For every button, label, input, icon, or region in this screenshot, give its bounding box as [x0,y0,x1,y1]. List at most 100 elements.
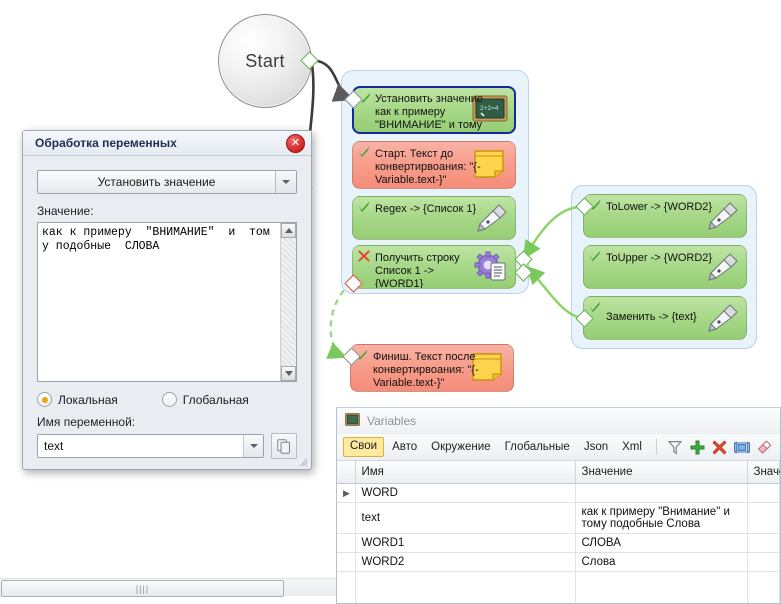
cell-name[interactable]: WORD1 [355,533,576,553]
close-icon[interactable]: ✕ [286,133,305,153]
copy-icon[interactable] [271,433,297,459]
row-handle[interactable] [337,552,356,572]
cell-value2[interactable] [747,552,780,572]
col-value2[interactable]: Значе [747,461,780,484]
value-textarea-scrollbar[interactable] [280,223,296,381]
status-ok-icon [357,145,371,159]
node-get-string-label: Получить строку Список 1 -> {WORD1} [375,252,460,289]
row-handle[interactable]: ▶ [337,483,356,503]
varname-label: Имя переменной: [37,415,136,429]
tab-json[interactable]: Json [578,438,614,456]
table-row-empty [337,571,780,603]
status-error-icon [357,249,371,263]
node-set-value-label: Установить значение как к примеру "ВНИМА… [375,93,483,131]
status-ok-icon [588,300,602,314]
eraser-icon[interactable] [754,437,774,457]
value-textarea[interactable]: как к примеру "ВНИМАНИЕ" и тому подобные… [37,222,297,382]
rename-icon[interactable] [732,437,752,457]
varname-combo[interactable]: text [37,434,264,458]
dialog-body: Установить значение Значение: как к прим… [23,156,311,469]
node-tolower[interactable]: ToLower -> {WORD2} [583,194,747,238]
col-value[interactable]: Значение [575,461,748,484]
cell-name[interactable]: WORD [355,483,576,503]
canvas-horizontal-scrollbar[interactable]: |||| [0,578,336,597]
table-row[interactable]: WORD2 Слова [337,552,780,572]
node-finish-text[interactable]: Финиш. Текст после конвертирвоания: "{-V… [350,344,514,392]
variables-toolbar: Свои Авто Окружение Глобальные Json Xml [337,434,780,461]
chevron-down-icon[interactable] [275,171,296,193]
cell-empty [355,571,576,603]
radio-local-label: Локальная [58,392,118,407]
cell-empty [747,571,780,603]
filter-icon[interactable] [665,437,685,457]
cell-value[interactable]: как к примеру "Внимание" и тому подобные… [575,502,748,534]
scrollbar-thumb[interactable]: |||| [1,580,284,597]
node-toupper-label: ToUpper -> {WORD2} [606,252,713,264]
table-row[interactable]: ▶ WORD [337,483,780,503]
radio-global-indicator [161,392,177,407]
scroll-up-icon[interactable] [281,223,296,238]
action-combo-value: Установить значение [97,175,216,189]
resize-grip[interactable] [296,455,308,467]
tab-globalnye[interactable]: Глобальные [499,438,576,456]
value-textarea-text: как к примеру "ВНИМАНИЕ" и тому подобные… [42,226,270,253]
cell-value2[interactable] [747,533,780,553]
variables-panel[interactable]: Variables Свои Авто Окружение Глобальные… [336,407,781,604]
node-finish-text-label: Финиш. Текст после конвертирвоания: "{-V… [373,351,479,389]
col-rowhandle [337,461,356,484]
table-row[interactable]: WORD1 СЛОВА [337,533,780,553]
cell-value[interactable]: Слова [575,552,748,572]
add-icon[interactable] [687,437,707,457]
delete-icon[interactable] [709,437,729,457]
start-node-label: Start [245,50,285,71]
blackboard-icon [345,413,360,429]
radio-local[interactable]: Локальная [37,392,118,407]
cell-value2[interactable] [747,483,780,503]
radio-global[interactable]: Глобальная [161,392,249,407]
node-regex[interactable]: Regex -> {Список 1} [352,196,516,240]
row-handle [337,571,356,603]
row-handle[interactable] [337,502,356,534]
radio-global-label: Глобальная [182,392,249,407]
dialog-title: Обработка переменных [35,136,177,150]
cell-value[interactable] [575,483,748,503]
scope-radio-group: Локальная Глобальная [37,392,297,407]
variables-table[interactable]: Имя Значение Значе ▶ WORD text как к при… [337,461,780,603]
node-replace[interactable]: Заменить -> {text} [583,296,747,340]
scroll-down-icon[interactable] [281,366,296,381]
chevron-down-icon[interactable] [243,435,263,457]
node-start-text[interactable]: Старт. Текст до конвертирвоания: "{-Vari… [352,141,516,189]
varname-value: text [44,439,64,453]
value-label: Значение: [37,204,94,218]
table-row[interactable]: text как к примеру "Внимание" и тому под… [337,502,780,534]
variable-processing-dialog[interactable]: Обработка переменных ✕ Установить значен… [22,130,312,470]
variables-panel-title: Variables [367,414,417,428]
variables-panel-title-bar: Variables [337,408,780,434]
variables-table-header-row: Имя Значение Значе [337,461,780,484]
tab-okruzhenie[interactable]: Окружение [425,438,496,456]
action-combo[interactable]: Установить значение [37,170,297,194]
node-replace-label: Заменить -> {text} [606,311,697,323]
cell-value[interactable]: СЛОВА [575,533,748,553]
node-get-string[interactable]: Получить строку Список 1 -> {WORD1} [352,245,516,289]
node-start-text-label: Старт. Текст до конвертирвоания: "{-Vari… [375,148,481,186]
tab-avto[interactable]: Авто [386,438,423,456]
node-toupper[interactable]: ToUpper -> {WORD2} [583,245,747,289]
status-ok-icon [588,249,602,263]
cell-name[interactable]: text [355,502,576,534]
tab-xml[interactable]: Xml [616,438,648,456]
start-node[interactable]: Start [218,14,312,108]
toolbar-divider [655,439,657,455]
col-name[interactable]: Имя [355,461,576,484]
status-ok-icon [357,200,371,214]
cell-name[interactable]: WORD2 [355,552,576,572]
row-handle[interactable] [337,533,356,553]
node-regex-label: Regex -> {Список 1} [375,203,477,215]
cell-empty [575,571,748,603]
node-set-value[interactable]: 2+2=4 Установить значение как к примеру … [352,86,516,134]
dialog-title-bar: Обработка переменных ✕ [23,131,311,156]
node-tolower-label: ToLower -> {WORD2} [606,201,713,213]
tab-svoi[interactable]: Свои [343,437,385,457]
radio-local-indicator [37,392,52,407]
cell-value2[interactable] [747,502,780,534]
